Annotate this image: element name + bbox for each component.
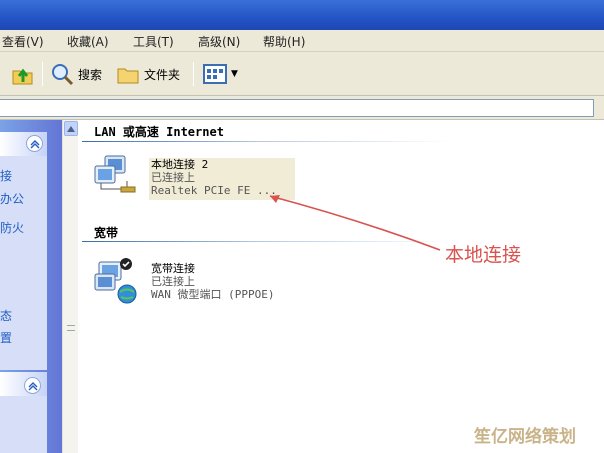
search-label: 搜索	[78, 67, 103, 82]
scroll-grip[interactable]	[67, 325, 75, 331]
group-divider	[82, 241, 452, 242]
window-titlebar	[0, 0, 604, 30]
views-icon	[203, 64, 227, 84]
broadband-connection-icon[interactable]	[93, 256, 141, 304]
group-divider	[82, 141, 452, 142]
connection-name: 宽带连接	[151, 262, 195, 275]
task-pane: 接 办公 防火 态 置	[0, 120, 62, 453]
task-link-settings[interactable]: 置	[0, 329, 12, 346]
lan-connection-icon[interactable]	[91, 152, 139, 200]
connection-device: Realtek PCIe FE ...	[151, 184, 277, 197]
toolbar-separator	[193, 62, 194, 86]
menu-view[interactable]: 查看(V)	[2, 33, 44, 50]
group-header-broadband: 宽带	[94, 226, 119, 240]
search-button[interactable]: 搜索	[50, 60, 102, 88]
task-link-status[interactable]: 态	[0, 307, 12, 324]
chevron-up-icon	[28, 381, 37, 390]
lan-connection-details[interactable]: 本地连接 2 已连接上 Realtek PCIe FE ...	[151, 158, 277, 197]
group-header-lan: LAN 或高速 Internet	[94, 125, 224, 139]
connections-list: LAN 或高速 Internet 本地连接 2 已连接上 Realtek PCI…	[79, 120, 604, 453]
chevron-down-icon: ▼	[231, 69, 238, 79]
connection-name: 本地连接 2	[151, 158, 209, 171]
task-link-office[interactable]: 办公	[0, 190, 24, 207]
connection-status: 已连接上	[151, 171, 195, 184]
menu-tools[interactable]: 工具(T)	[133, 33, 174, 50]
scroll-up-button[interactable]	[64, 121, 78, 136]
connection-status: 已连接上	[151, 275, 195, 288]
up-arrow-folder-icon	[12, 68, 33, 85]
other-places-panel	[0, 372, 47, 453]
annotation-label: 本地连接	[445, 244, 522, 266]
collapse-button[interactable]	[26, 135, 43, 152]
broadband-connection-details[interactable]: 宽带连接 已连接上 WAN 微型端口 (PPPOE)	[151, 262, 274, 301]
connection-device: WAN 微型端口 (PPPOE)	[151, 288, 275, 301]
address-input[interactable]	[0, 99, 594, 117]
collapse-button[interactable]	[24, 377, 41, 394]
folders-label: 文件夹	[144, 67, 181, 82]
task-link-connect[interactable]: 接	[0, 167, 12, 184]
address-bar	[0, 96, 604, 120]
toolbar-separator	[42, 62, 43, 86]
menu-bar: 查看(V) 收藏(A) 工具(T) 高级(N) 帮助(H)	[0, 30, 604, 52]
folders-button[interactable]: 文件夹	[116, 60, 180, 88]
toolbar: 搜索 文件夹 ▼	[0, 52, 604, 96]
up-folder-button[interactable]	[10, 60, 36, 88]
menu-favorites[interactable]: 收藏(A)	[67, 33, 109, 50]
arrow-up-icon	[67, 125, 75, 132]
network-tasks-panel: 接 办公 防火 态 置	[0, 132, 47, 370]
vertical-scrollbar[interactable]	[62, 120, 78, 453]
menu-help[interactable]: 帮助(H)	[263, 33, 305, 50]
menu-advanced[interactable]: 高级(N)	[198, 33, 240, 50]
folder-icon	[117, 68, 139, 84]
search-icon	[52, 64, 74, 86]
task-link-firewall[interactable]: 防火	[0, 219, 24, 236]
chevron-up-icon	[30, 139, 39, 148]
watermark: 笙亿网络策划	[474, 427, 576, 447]
views-button[interactable]: ▼	[203, 60, 238, 88]
